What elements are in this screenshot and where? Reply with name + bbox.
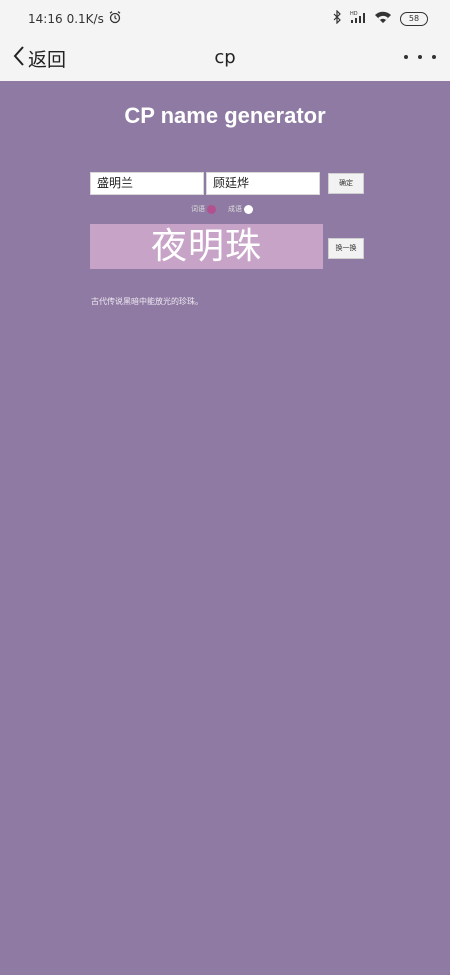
mode-option-word[interactable]: 词语 [191, 204, 216, 214]
battery-icon: 58 [400, 11, 428, 26]
mode-option-label: 词语 [191, 205, 205, 213]
mode-option-idiom[interactable]: 成语 [228, 204, 253, 214]
more-dot-icon [432, 55, 436, 59]
name-input-2[interactable]: 顾廷烨 [206, 172, 320, 195]
wifi-icon [374, 9, 392, 28]
more-dot-icon [418, 55, 422, 59]
mode-option-label: 成语 [228, 205, 242, 213]
nav-bar: 返回 cp [0, 36, 450, 81]
signal-icon: HD [350, 9, 366, 28]
name-input-1[interactable]: 盛明兰 [90, 172, 204, 195]
svg-text:HD: HD [350, 11, 358, 17]
mode-selector: 词语 成语 [0, 204, 450, 216]
radio-unselected-icon[interactable] [244, 204, 253, 214]
bluetooth-icon [333, 9, 342, 28]
status-speed: 0.1K/s [66, 11, 104, 26]
confirm-button[interactable]: 确定 [328, 173, 364, 194]
radio-selected-icon[interactable] [207, 204, 216, 214]
more-dot-icon [404, 55, 408, 59]
page-title: CP name generator [124, 103, 326, 128]
status-time: 14:16 [28, 11, 63, 26]
alarm-icon [108, 10, 122, 27]
result-name: 夜明珠 [90, 224, 323, 269]
status-right: HD 58 [333, 9, 428, 28]
result-description: 古代传说黑暗中能放光的珍珠。 [91, 297, 203, 306]
more-options-button[interactable] [404, 52, 436, 62]
status-bar: 14:16 0.1K/s HD 58 [0, 0, 450, 36]
change-button[interactable]: 换一换 [328, 238, 364, 259]
status-left: 14:16 0.1K/s [28, 10, 122, 27]
nav-title: cp [214, 47, 236, 68]
